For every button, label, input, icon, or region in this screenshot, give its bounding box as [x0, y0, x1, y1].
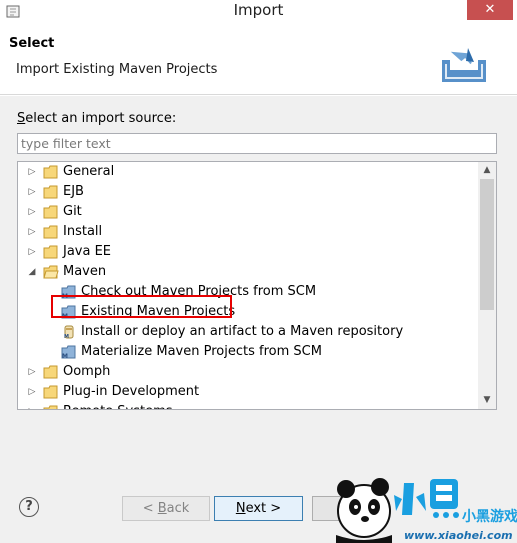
tree-item-label: Remote Systems: [63, 402, 173, 409]
folder-icon: [43, 365, 58, 379]
scroll-down-icon[interactable]: ▼: [478, 392, 496, 409]
tree-item-materialize-maven-scm[interactable]: M Materialize Maven Projects from SCM: [18, 342, 478, 362]
tree-item-label: Oomph: [63, 364, 111, 379]
xiaohei-watermark-logo: 小黑游戏 www.xiaohei.com: [336, 478, 517, 543]
vertical-scrollbar[interactable]: ▲ ▼: [478, 162, 496, 409]
tree-item-label: General: [63, 164, 115, 179]
tree-item-general[interactable]: ▷ General: [18, 162, 478, 182]
scroll-up-icon[interactable]: ▲: [478, 162, 496, 179]
expand-arrow-icon[interactable]: ▷: [26, 222, 38, 242]
back-rest: ack: [166, 501, 190, 516]
folder-icon: [43, 185, 58, 199]
folder-icon: [43, 205, 58, 219]
svg-text:M: M: [62, 353, 68, 359]
tree-item-label: Maven: [63, 264, 107, 279]
page-description: Import Existing Maven Projects: [16, 62, 218, 77]
tree-item-label: Git: [63, 204, 82, 219]
tree-item-label: EJB: [63, 184, 84, 199]
import-wizard-icon: [442, 48, 486, 82]
folder-icon: [43, 385, 58, 399]
folder-icon: [43, 405, 58, 409]
scroll-thumb[interactable]: [480, 179, 494, 310]
expand-arrow-icon[interactable]: ▷: [26, 162, 38, 182]
svg-text:M: M: [64, 334, 69, 339]
selection-highlight: [51, 295, 232, 318]
wizard-header: Select Import Existing Maven Projects: [0, 22, 517, 95]
folder-icon: [43, 245, 58, 259]
folder-open-icon: [43, 265, 59, 279]
tree-item-install-deploy-artifact[interactable]: M Install or deploy an artifact to a Mav…: [18, 322, 478, 342]
expand-arrow-icon[interactable]: ▷: [26, 202, 38, 222]
tree-item-maven[interactable]: ◢ Maven: [18, 262, 478, 282]
folder-icon: [43, 165, 58, 179]
tree-item-java-ee[interactable]: ▷ Java EE: [18, 242, 478, 262]
next-button[interactable]: Next >: [214, 496, 303, 521]
next-rest: ext >: [245, 501, 282, 516]
expand-arrow-icon[interactable]: ▷: [26, 362, 38, 382]
tree-item-label: Plug-in Development: [63, 384, 200, 399]
expand-arrow-icon[interactable]: ▷: [26, 382, 38, 402]
tree-item-install[interactable]: ▷ Install: [18, 222, 478, 242]
close-button[interactable]: ✕: [467, 0, 513, 20]
collapse-arrow-icon[interactable]: ◢: [26, 262, 38, 282]
expand-arrow-icon[interactable]: ▷: [26, 402, 38, 409]
tree-item-oomph[interactable]: ▷ Oomph: [18, 362, 478, 382]
mnemonic-n: N: [235, 501, 246, 516]
tree-item-label: Java EE: [63, 244, 112, 259]
maven-project-icon: M: [61, 345, 76, 359]
expand-arrow-icon[interactable]: ▷: [26, 242, 38, 262]
content-area: Select an import source: ▷ General ▷ EJB…: [0, 96, 517, 476]
tree-item-label: Install: [63, 224, 103, 239]
tree-item-label: Install or deploy an artifact to a Maven…: [81, 324, 404, 339]
page-title: Select: [9, 36, 55, 51]
watermark-text: 小黑游戏: [462, 508, 517, 525]
expand-arrow-icon[interactable]: ▷: [26, 182, 38, 202]
watermark-url: www.xiaohei.com: [404, 529, 513, 542]
import-source-label: Select an import source:: [17, 111, 176, 126]
tree-item-git[interactable]: ▷ Git: [18, 202, 478, 222]
back-button[interactable]: < Back: [122, 496, 210, 521]
maven-jar-icon: M: [64, 325, 74, 339]
help-button[interactable]: ?: [19, 497, 39, 517]
window-title: Import: [233, 1, 284, 19]
import-source-tree[interactable]: ▷ General ▷ EJB ▷ Git ▷ Install ▷ Java E…: [17, 161, 497, 410]
filter-input[interactable]: [17, 133, 497, 154]
mnemonic-b: B: [157, 501, 167, 516]
label-rest: elect an import source:: [25, 111, 177, 126]
tree-item-remote-systems[interactable]: ▷ Remote Systems: [18, 402, 478, 409]
folder-icon: [43, 225, 58, 239]
tree-item-label: Materialize Maven Projects from SCM: [81, 344, 322, 359]
back-prefix: <: [142, 501, 158, 516]
tree-item-plugin-development[interactable]: ▷ Plug-in Development: [18, 382, 478, 402]
tree-item-ejb[interactable]: ▷ EJB: [18, 182, 478, 202]
title-bar: Import ✕: [0, 0, 517, 22]
